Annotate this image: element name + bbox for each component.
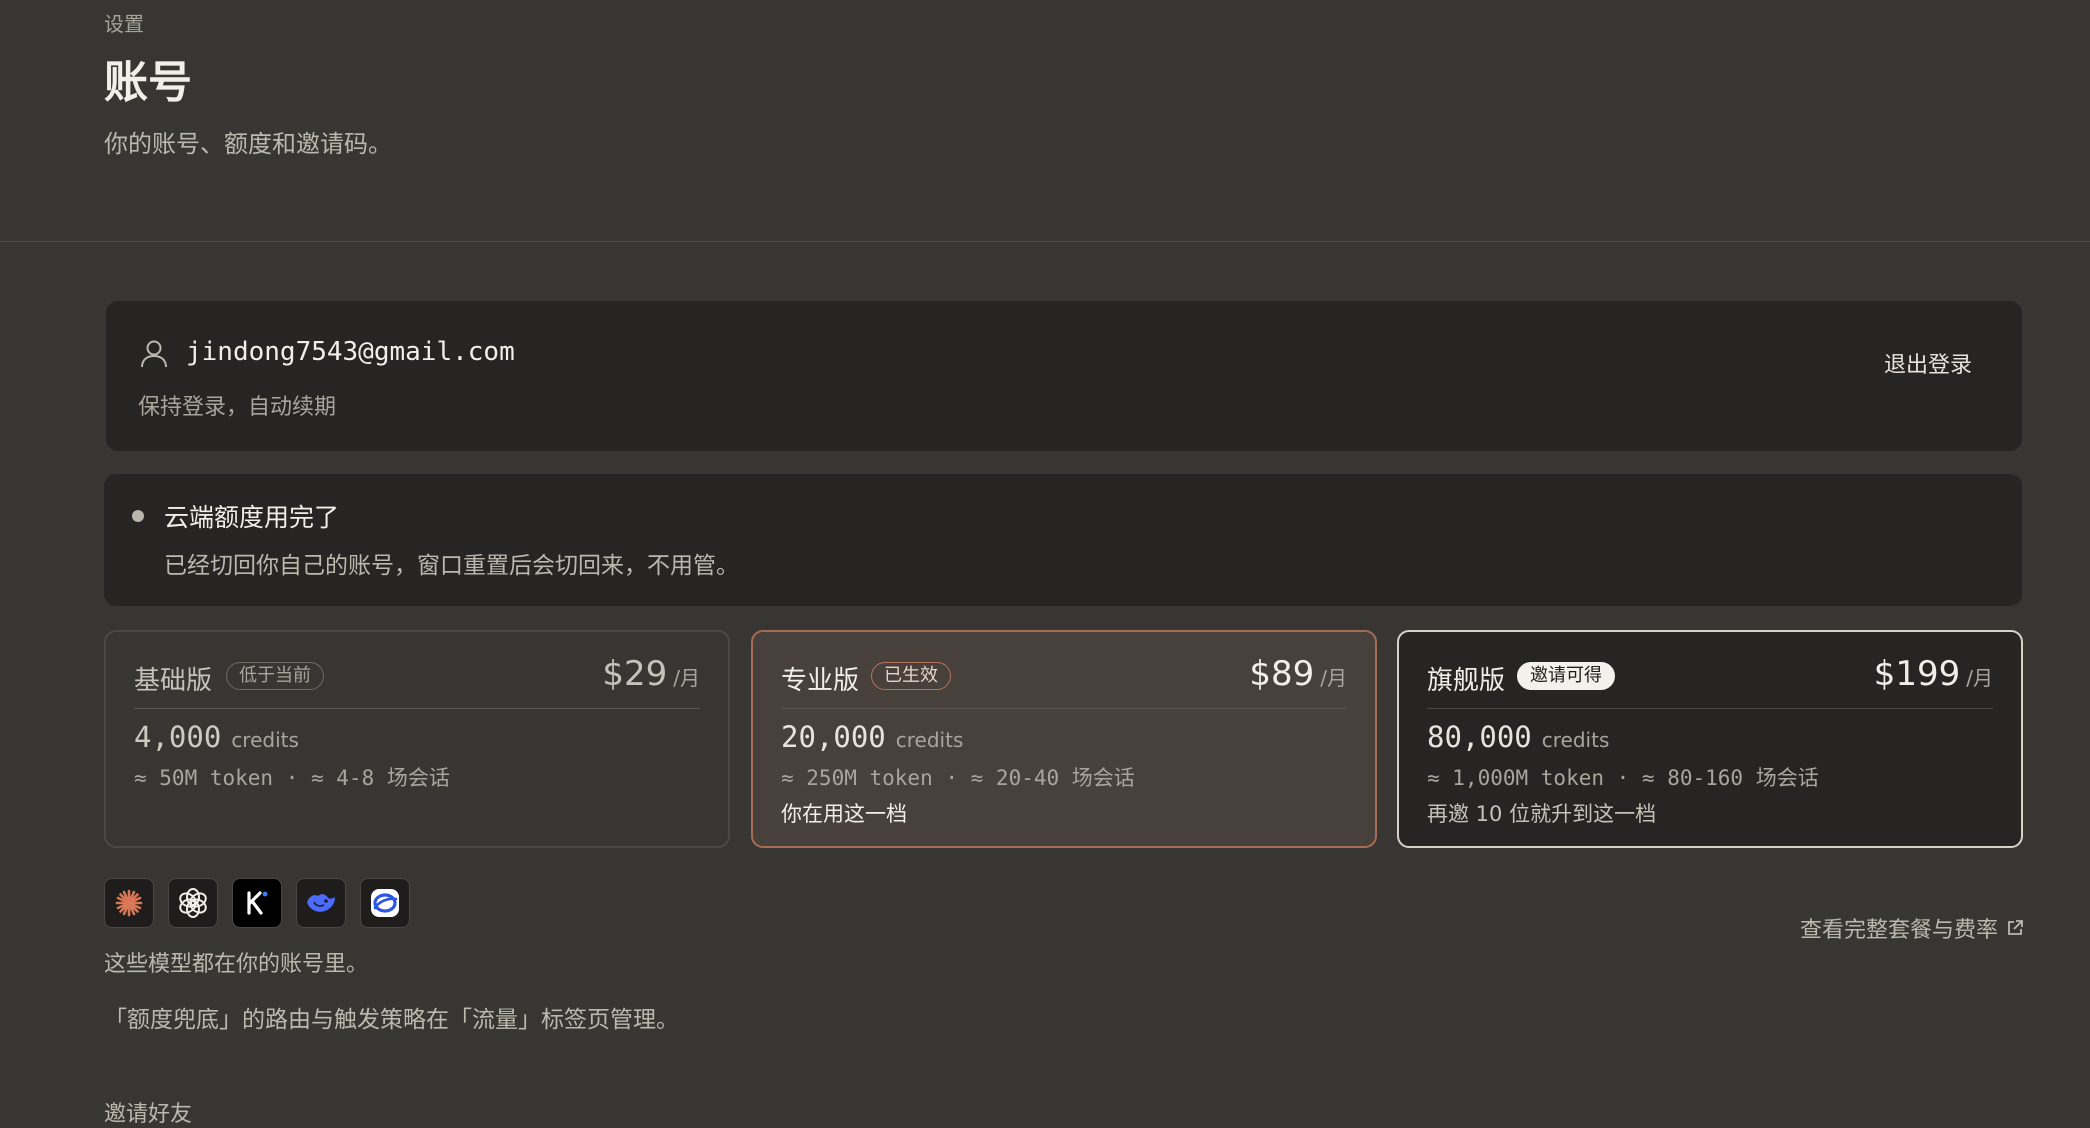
user-icon bbox=[141, 340, 167, 368]
routing-note: 「额度兜底」的路由与触发策略在「流量」标签页管理。 bbox=[104, 1007, 679, 1033]
openai-icon bbox=[168, 878, 218, 928]
credits-unit: credits bbox=[231, 728, 299, 752]
full-plans-link[interactable]: 查看完整套餐与费率 bbox=[1800, 912, 2024, 944]
kimi-icon bbox=[232, 878, 282, 928]
price-period: /月 bbox=[1320, 666, 1347, 690]
doubao-icon bbox=[360, 878, 410, 928]
plan-token-estimate: ≈ 1,000M token · ≈ 80-160 场会话 bbox=[1427, 766, 1819, 790]
models-note: 这些模型都在你的账号里。 bbox=[104, 952, 369, 977]
plan-credits: 80,000 credits bbox=[1427, 720, 1609, 754]
plan-token-estimate: ≈ 50M token · ≈ 4-8 场会话 bbox=[134, 766, 450, 790]
alert-title: 云端额度用完了 bbox=[164, 503, 340, 532]
invite-section-heading: 邀请好友 bbox=[104, 1102, 193, 1127]
page-subtitle: 你的账号、额度和邀请码。 bbox=[104, 130, 392, 158]
plan-name: 基础版 bbox=[134, 666, 213, 696]
plan-name: 专业版 bbox=[781, 666, 860, 696]
credits-value: 20,000 bbox=[781, 720, 886, 754]
quota-alert: 云端额度用完了 已经切回你自己的账号，窗口重置后会切回来，不用管。 bbox=[104, 474, 2022, 606]
plan-note: 再邀 10 位就升到这一档 bbox=[1427, 802, 1657, 826]
credits-unit: credits bbox=[1541, 728, 1610, 752]
page-title: 账号 bbox=[104, 57, 192, 108]
breadcrumb[interactable]: 设置 bbox=[104, 8, 144, 37]
alert-description: 已经切回你自己的账号，窗口重置后会切回来，不用管。 bbox=[164, 553, 739, 579]
price-period: /月 bbox=[673, 666, 700, 690]
plan-separator bbox=[1427, 708, 1993, 709]
plan-separator bbox=[134, 708, 700, 709]
price-amount: $89 bbox=[1249, 654, 1315, 694]
price-amount: $199 bbox=[1873, 654, 1961, 694]
header-divider bbox=[0, 241, 2090, 242]
login-status: 保持登录，自动续期 bbox=[138, 395, 337, 420]
alert-dot-icon bbox=[132, 510, 144, 522]
claude-icon bbox=[104, 878, 154, 928]
plan-badge: 低于当前 bbox=[226, 662, 324, 690]
plan-separator bbox=[781, 708, 1347, 709]
plan-badge: 已生效 bbox=[871, 662, 951, 690]
full-plans-link-label: 查看完整套餐与费率 bbox=[1799, 918, 1998, 943]
credits-unit: credits bbox=[895, 728, 964, 752]
plan-badge: 邀请可得 bbox=[1517, 662, 1615, 690]
plan-card-pro[interactable]: 专业版 已生效 $89/月 20,000 credits ≈ 250M token… bbox=[751, 630, 1377, 848]
account-email: jindong7543@gmail.com bbox=[186, 337, 515, 367]
plan-price: $89/月 bbox=[1249, 654, 1347, 694]
price-period: /月 bbox=[1966, 666, 1993, 690]
plan-name: 旗舰版 bbox=[1427, 666, 1506, 696]
model-icons bbox=[104, 878, 410, 928]
logout-button[interactable]: 退出登录 bbox=[1884, 347, 1972, 379]
external-link-icon bbox=[2008, 920, 2023, 935]
plan-card-flagship[interactable]: 旗舰版 邀请可得 $199/月 80,000 credits ≈ 1,000M t… bbox=[1397, 630, 2023, 848]
price-amount: $29 bbox=[602, 654, 668, 694]
plan-price: $29/月 bbox=[602, 654, 700, 694]
plan-credits: 20,000 credits bbox=[781, 720, 963, 754]
account-card: jindong7543@gmail.com 保持登录，自动续期 退出登录 bbox=[106, 301, 2022, 451]
plan-card-basic[interactable]: 基础版 低于当前 $29/月 4,000 credits ≈ 50M token … bbox=[104, 630, 730, 848]
credits-value: 4,000 bbox=[134, 720, 222, 754]
deepseek-icon bbox=[296, 878, 346, 928]
plan-token-estimate: ≈ 250M token · ≈ 20-40 场会话 bbox=[781, 766, 1135, 790]
plan-price: $199/月 bbox=[1874, 654, 1993, 694]
plan-note: 你在用这一档 bbox=[781, 802, 907, 826]
plan-credits: 4,000 credits bbox=[134, 720, 299, 754]
credits-value: 80,000 bbox=[1427, 720, 1532, 754]
